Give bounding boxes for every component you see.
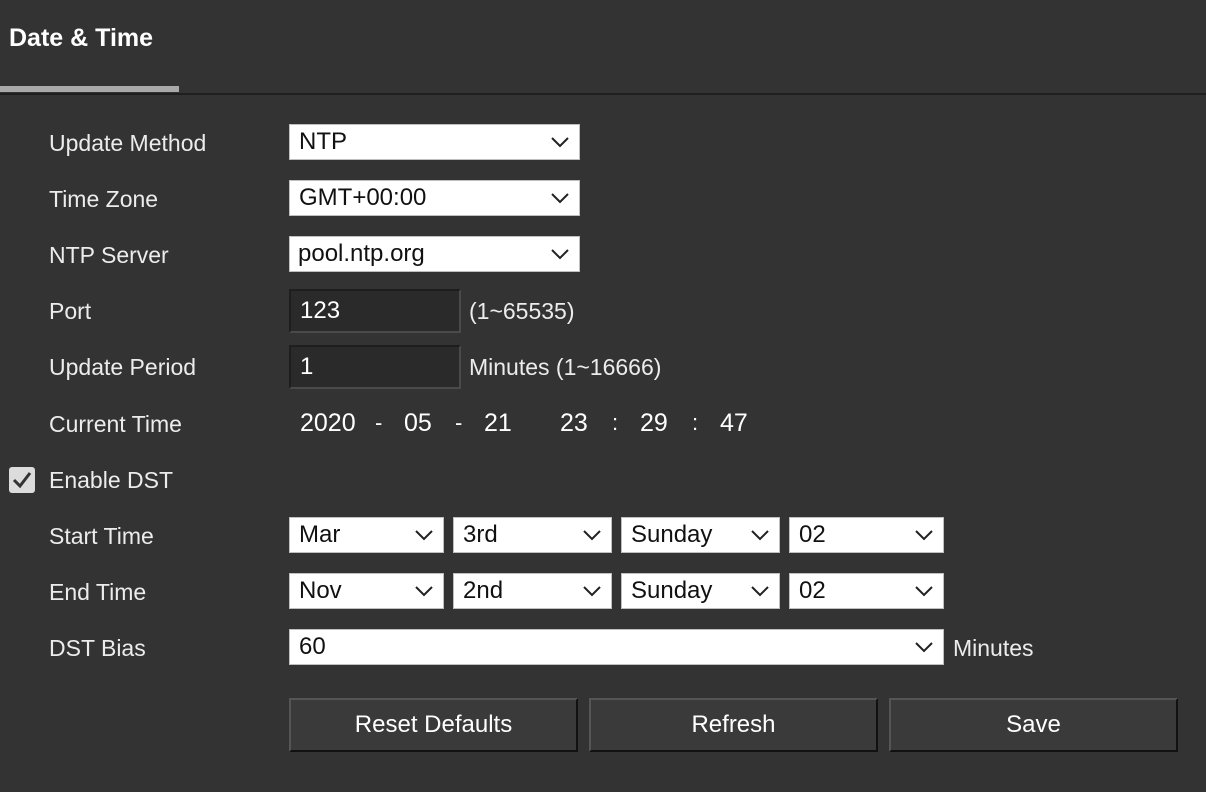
date-separator: -	[455, 410, 463, 435]
time-separator: :	[612, 410, 619, 435]
chevron-down-icon	[915, 642, 933, 653]
start-week-value: 3rd	[463, 521, 498, 548]
end-month-value: Nov	[299, 577, 342, 604]
checkmark-icon	[12, 472, 32, 489]
end-month-select[interactable]: Nov	[289, 573, 444, 609]
start-hour-value: 02	[799, 521, 826, 548]
current-hour: 23	[560, 409, 588, 437]
update-period-label: Update Period	[49, 354, 197, 380]
time-zone-label: Time Zone	[49, 186, 159, 212]
end-hour-select[interactable]: 02	[789, 573, 944, 609]
start-hour-select[interactable]: 02	[789, 517, 944, 553]
time-zone-value: GMT+00:00	[299, 184, 427, 211]
enable-dst-label: Enable DST	[49, 467, 174, 493]
chevron-down-icon	[915, 530, 933, 541]
chevron-down-icon	[551, 249, 569, 260]
chevron-down-icon	[751, 530, 769, 541]
tab-divider	[0, 93, 1206, 95]
current-second: 47	[720, 409, 748, 437]
ntp-server-value: pool.ntp.org	[298, 240, 425, 267]
time-zone-select[interactable]: GMT+00:00	[289, 180, 580, 216]
chevron-down-icon	[551, 137, 569, 148]
end-week-value: 2nd	[463, 577, 504, 604]
chevron-down-icon	[583, 530, 601, 541]
chevron-down-icon	[915, 586, 933, 597]
update-method-select[interactable]: NTP	[289, 124, 580, 160]
chevron-down-icon	[583, 586, 601, 597]
dst-bias-label: DST Bias	[49, 635, 146, 661]
start-week-select[interactable]: 3rd	[453, 517, 612, 553]
current-minute: 29	[640, 409, 668, 437]
current-month: 05	[404, 409, 432, 437]
current-time-label: Current Time	[49, 411, 182, 437]
refresh-button[interactable]: Refresh	[589, 698, 878, 752]
tab-date-time[interactable]: Date & Time	[9, 24, 153, 53]
dst-bias-unit: Minutes	[953, 635, 1034, 661]
chevron-down-icon	[751, 586, 769, 597]
reset-defaults-button[interactable]: Reset Defaults	[289, 698, 578, 752]
dst-bias-select[interactable]: 60	[289, 629, 944, 665]
start-weekday-select[interactable]: Sunday	[621, 517, 780, 553]
chevron-down-icon	[415, 530, 433, 541]
update-period-input[interactable]: 1	[289, 345, 461, 389]
end-hour-value: 02	[799, 577, 826, 604]
active-tab-indicator	[0, 86, 179, 92]
chevron-down-icon	[415, 586, 433, 597]
dst-bias-value: 60	[299, 633, 326, 660]
port-label: Port	[49, 298, 92, 324]
tab-bar: Date & Time	[0, 0, 1206, 95]
enable-dst-checkbox[interactable]	[9, 467, 35, 493]
update-period-hint: Minutes (1~16666)	[469, 354, 662, 380]
save-button[interactable]: Save	[889, 698, 1178, 752]
ntp-server-select[interactable]: pool.ntp.org	[289, 236, 580, 272]
chevron-down-icon	[551, 193, 569, 204]
current-year: 2020	[300, 409, 356, 437]
update-method-value: NTP	[299, 128, 347, 155]
end-weekday-select[interactable]: Sunday	[621, 573, 780, 609]
end-time-label: End Time	[49, 579, 147, 605]
current-day: 21	[484, 409, 512, 437]
start-weekday-value: Sunday	[631, 521, 713, 548]
ntp-server-label: NTP Server	[49, 242, 169, 268]
start-month-value: Mar	[299, 521, 341, 548]
start-time-label: Start Time	[49, 523, 154, 549]
end-week-select[interactable]: 2nd	[453, 573, 612, 609]
time-separator: :	[692, 410, 699, 435]
port-input[interactable]: 123	[289, 289, 461, 333]
port-range-hint: (1~65535)	[469, 298, 575, 324]
end-weekday-value: Sunday	[631, 577, 713, 604]
update-method-label: Update Method	[49, 130, 207, 156]
date-separator: -	[375, 410, 383, 435]
start-month-select[interactable]: Mar	[289, 517, 444, 553]
